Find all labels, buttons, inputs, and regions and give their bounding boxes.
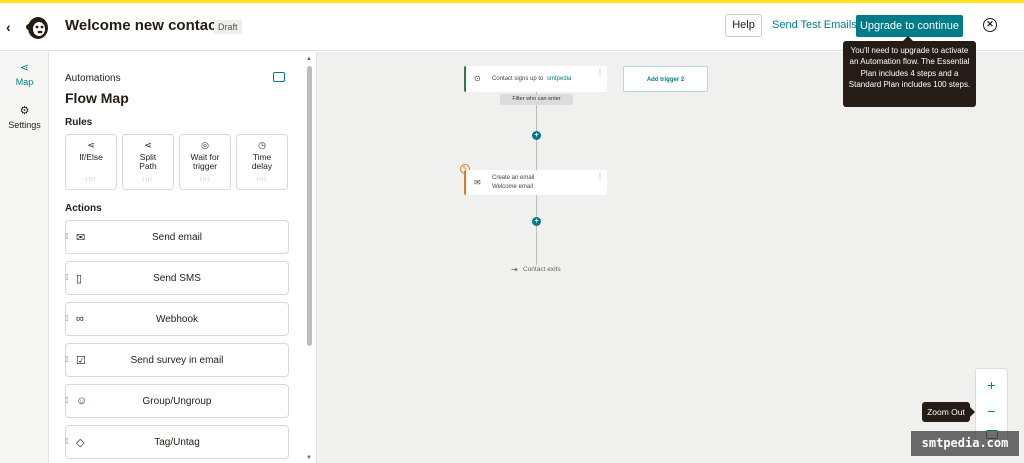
scroll-down-arrow[interactable]: ▼ <box>306 455 312 461</box>
envelope-icon: ✉ <box>474 178 481 187</box>
clock-icon: ◷ <box>258 140 266 150</box>
rule-card-wait-for-trigger[interactable]: ◎ Wait for trigger ∷∷ <box>179 134 231 190</box>
nav-item-map[interactable]: ⋖ Map <box>0 61 49 87</box>
action-label: Tag/Untag <box>154 437 200 448</box>
help-button[interactable]: Help <box>725 14 762 37</box>
action-tag-untag[interactable]: ⁞⁞ ◇ Tag/Untag <box>65 425 289 459</box>
rules-heading: Rules <box>65 117 93 128</box>
email-step-subtitle: Welcome email <box>492 184 533 190</box>
panel-subtitle: Automations <box>65 73 121 84</box>
actions-heading: Actions <box>65 203 102 214</box>
action-label: Group/Ungroup <box>142 396 212 407</box>
more-menu-icon[interactable]: ⋮ <box>597 173 603 180</box>
upgrade-tooltip: You'll need to upgrade to activate an Au… <box>843 36 976 107</box>
filter-who-can-enter-button[interactable]: Filter who can enter <box>500 94 573 105</box>
action-webhook[interactable]: ⁞⁞ ∞ Webhook <box>65 302 289 336</box>
add-step-plus-icon[interactable]: + <box>532 217 541 226</box>
action-label: Send email <box>151 232 203 243</box>
email-step-card[interactable]: ✉ Create an email Welcome email ⋮ <box>464 170 607 195</box>
panel-scrollbar[interactable]: ▲ ▼ <box>306 56 314 461</box>
nav-item-label: Map <box>15 77 34 87</box>
action-group-ungroup[interactable]: ⁞⁞ ☺ Group/Ungroup <box>65 384 289 418</box>
rule-label-2: trigger <box>192 161 218 171</box>
rule-label: If/Else <box>79 152 103 162</box>
mailchimp-logo <box>26 17 48 39</box>
page-title: Welcome new contacts <box>65 17 230 34</box>
action-send-sms[interactable]: ⁞⁞ ▯ Send SMS <box>65 261 289 295</box>
drag-handle-icon[interactable]: ∷∷ <box>180 176 230 185</box>
gear-icon: ⚙ <box>19 105 30 117</box>
rule-card-time-delay[interactable]: ◷ Time delay ∷∷ <box>236 134 288 190</box>
drag-handle-icon[interactable]: ∷∷ <box>123 176 173 185</box>
target-icon: ◎ <box>201 140 209 150</box>
drag-handle-icon[interactable]: ∷∷ <box>237 176 287 185</box>
rule-card-split-path[interactable]: ⋖ Split Path ∷∷ <box>122 134 174 190</box>
rule-card-if-else[interactable]: ⋖ If/Else ∷∷ <box>65 134 117 190</box>
left-nav: ⋖ Map ⚙ Settings <box>0 52 49 463</box>
send-test-emails-link[interactable]: Send Test Emails <box>772 19 857 31</box>
action-label: Send SMS <box>153 273 201 284</box>
contact-exits-label: Contact exits <box>523 266 561 273</box>
split-icon: ⋖ <box>144 140 152 150</box>
rule-label-2: delay <box>251 161 273 171</box>
panel-title: Flow Map <box>65 90 129 106</box>
flow-map-panel: Automations Flow Map Rules ⋖ If/Else ∷∷ … <box>50 52 317 463</box>
action-label: Webhook <box>155 314 199 325</box>
more-menu-icon[interactable]: ⋮ <box>597 69 603 76</box>
scroll-up-arrow[interactable]: ▲ <box>306 56 312 62</box>
upgrade-button[interactable]: Upgrade to continue <box>856 15 963 37</box>
add-trigger-button[interactable]: Add trigger 2 <box>623 66 708 92</box>
action-send-survey[interactable]: ⁞⁞ ☑ Send survey in email <box>65 343 289 377</box>
watermark: smtpedia.com <box>911 431 1019 456</box>
close-icon[interactable]: ✕ <box>983 18 997 32</box>
back-button[interactable]: ‹ <box>6 19 11 35</box>
rule-label-2: Path <box>139 161 157 171</box>
trigger-audience-link[interactable]: smtpedia <box>547 76 571 82</box>
exit-icon: ⇥ <box>511 265 518 274</box>
play-icon: ⊙ <box>474 74 481 83</box>
flow-connector <box>536 195 537 265</box>
email-step-title: Create an email <box>492 175 535 181</box>
status-badge: Draft <box>214 20 242 34</box>
zoom-out-button[interactable]: − <box>976 403 1007 419</box>
trigger-step-card[interactable]: ⊙ Contact signs up to smtpedia ⋮ <box>464 66 607 92</box>
action-label: Send survey in email <box>130 355 224 366</box>
collapse-panel-icon[interactable] <box>273 72 285 82</box>
nav-item-settings[interactable]: ⚙ Settings <box>0 104 49 130</box>
flow-canvas[interactable]: ⊙ Contact signs up to smtpedia ⋮ Add tri… <box>317 52 1024 463</box>
branch-icon: ⋖ <box>87 140 95 150</box>
nav-item-label: Settings <box>8 120 41 130</box>
drag-handle-icon[interactable]: ∷∷ <box>66 176 116 185</box>
scroll-thumb[interactable] <box>307 66 312 346</box>
zoom-out-tooltip: Zoom Out <box>922 402 975 422</box>
add-step-plus-icon[interactable]: + <box>532 131 541 140</box>
flow-map-icon: ⋖ <box>19 62 30 74</box>
trigger-text: Contact signs up to <box>492 76 544 82</box>
zoom-in-button[interactable]: + <box>976 377 1007 393</box>
action-send-email[interactable]: ⁞⁞ ✉ Send email <box>65 220 289 254</box>
